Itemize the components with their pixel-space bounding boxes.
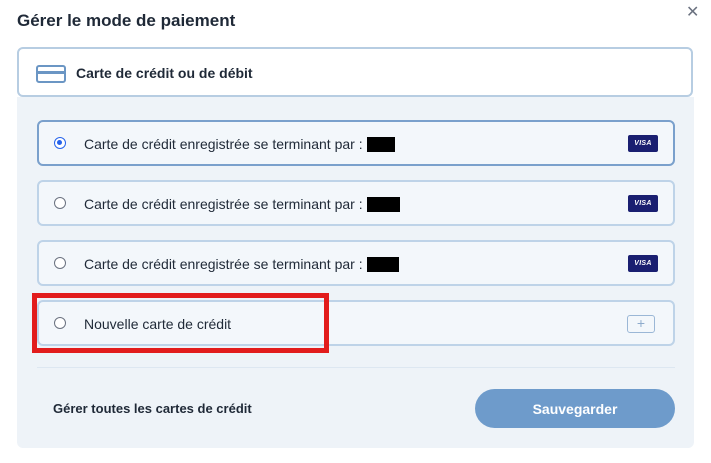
visa-icon: VISA — [628, 195, 658, 212]
saved-card-label: Carte de crédit enregistrée se terminant… — [84, 256, 399, 272]
payment-method-label: Carte de crédit ou de débit — [76, 65, 253, 81]
radio-button-selected[interactable] — [54, 137, 66, 149]
plus-icon[interactable]: + — [627, 315, 655, 333]
visa-icon: VISA — [628, 255, 658, 272]
saved-card-option-3[interactable]: Carte de crédit enregistrée se terminant… — [37, 240, 675, 286]
card-options-panel: Carte de crédit enregistrée se terminant… — [17, 97, 694, 448]
radio-button[interactable] — [54, 257, 66, 269]
saved-card-label: Carte de crédit enregistrée se terminant… — [84, 196, 400, 212]
saved-card-option-1[interactable]: Carte de crédit enregistrée se terminant… — [37, 120, 675, 166]
close-icon[interactable]: ✕ — [686, 4, 699, 22]
save-button[interactable]: Sauvegarder — [475, 389, 675, 428]
saved-card-label: Carte de crédit enregistrée se terminant… — [84, 136, 395, 152]
dialog-title: Gérer le mode de paiement — [17, 11, 236, 30]
redacted-card-number — [366, 197, 400, 212]
manage-cards-link[interactable]: Gérer toutes les cartes de crédit — [53, 401, 252, 416]
highlight-box — [32, 293, 329, 353]
saved-card-option-2[interactable]: Carte de crédit enregistrée se terminant… — [37, 180, 675, 226]
redacted-card-number — [366, 137, 395, 152]
payment-method-header[interactable]: Carte de crédit ou de débit — [17, 47, 693, 97]
redacted-card-number — [366, 257, 399, 272]
credit-card-icon — [36, 65, 66, 83]
radio-button[interactable] — [54, 197, 66, 209]
divider — [37, 367, 675, 368]
visa-icon: VISA — [628, 135, 658, 152]
